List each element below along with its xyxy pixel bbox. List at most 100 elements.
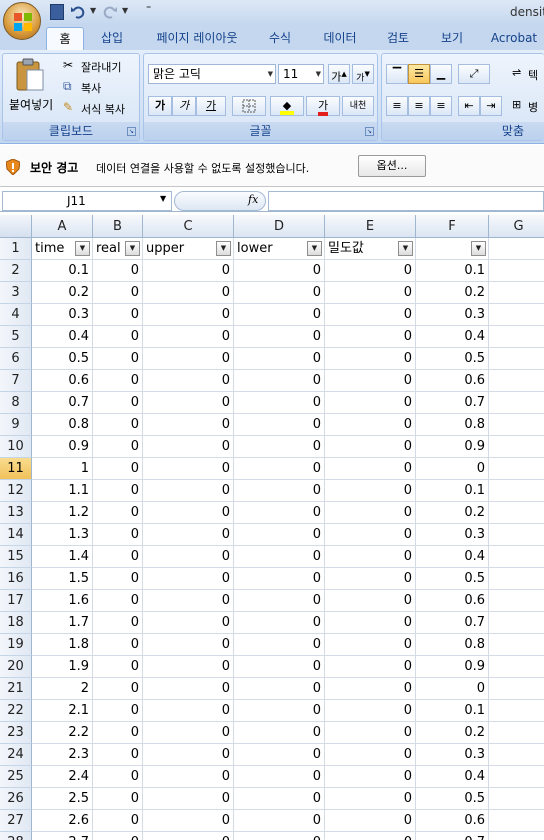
- borders-button[interactable]: [232, 96, 266, 116]
- cell-f7[interactable]: 0.6: [416, 370, 489, 392]
- cell-c11[interactable]: 0: [143, 458, 234, 480]
- row-header-26[interactable]: 26: [0, 788, 32, 810]
- cell-a21[interactable]: 2: [32, 678, 93, 700]
- save-icon[interactable]: [50, 4, 64, 20]
- cell-b5[interactable]: 0: [93, 326, 143, 348]
- row-header-6[interactable]: 6: [0, 348, 32, 370]
- security-options-button[interactable]: 옵션...: [358, 155, 426, 177]
- orientation-button[interactable]: ⤢: [458, 64, 490, 84]
- cell-e21[interactable]: 0: [325, 678, 416, 700]
- cell-a9[interactable]: 0.8: [32, 414, 93, 436]
- cell-g4[interactable]: [489, 304, 544, 326]
- cell-d7[interactable]: 0: [234, 370, 325, 392]
- tab-acrobat[interactable]: Acrobat: [484, 27, 544, 50]
- cell-c24[interactable]: 0: [143, 744, 234, 766]
- cell-d17[interactable]: 0: [234, 590, 325, 612]
- cell-g20[interactable]: [489, 656, 544, 678]
- increase-indent-button[interactable]: ⇥: [480, 96, 502, 116]
- cell-f24[interactable]: 0.3: [416, 744, 489, 766]
- paste-button[interactable]: 붙여넣기: [5, 56, 55, 120]
- font-family-select[interactable]: 맑은 고딕 ▼: [148, 64, 276, 84]
- cell-a20[interactable]: 1.9: [32, 656, 93, 678]
- cell-b25[interactable]: 0: [93, 766, 143, 788]
- cell-b4[interactable]: 0: [93, 304, 143, 326]
- cell-d20[interactable]: 0: [234, 656, 325, 678]
- column-header-d[interactable]: D: [234, 215, 325, 238]
- filter-dropdown-icon[interactable]: ▼: [307, 241, 322, 256]
- cell-e14[interactable]: 0: [325, 524, 416, 546]
- cell-c20[interactable]: 0: [143, 656, 234, 678]
- cell-c18[interactable]: 0: [143, 612, 234, 634]
- cell-d6[interactable]: 0: [234, 348, 325, 370]
- cell-c28[interactable]: 0: [143, 832, 234, 840]
- align-right-button[interactable]: ≡: [430, 96, 452, 116]
- cell-g25[interactable]: [489, 766, 544, 788]
- row-header-4[interactable]: 4: [0, 304, 32, 326]
- cell-c17[interactable]: 0: [143, 590, 234, 612]
- cell-d15[interactable]: 0: [234, 546, 325, 568]
- cell-g28[interactable]: [489, 832, 544, 840]
- cell-d18[interactable]: 0: [234, 612, 325, 634]
- row-header-3[interactable]: 3: [0, 282, 32, 304]
- cell-b11[interactable]: 0: [93, 458, 143, 480]
- cell-b20[interactable]: 0: [93, 656, 143, 678]
- row-header-25[interactable]: 25: [0, 766, 32, 788]
- cell-b1[interactable]: real ▼: [93, 238, 143, 260]
- cell-c4[interactable]: 0: [143, 304, 234, 326]
- cell-c14[interactable]: 0: [143, 524, 234, 546]
- row-header-10[interactable]: 10: [0, 436, 32, 458]
- cell-e20[interactable]: 0: [325, 656, 416, 678]
- cell-a1[interactable]: time ▼: [32, 238, 93, 260]
- cell-f21[interactable]: 0: [416, 678, 489, 700]
- cell-f15[interactable]: 0.4: [416, 546, 489, 568]
- tab-review[interactable]: 검토: [376, 27, 420, 50]
- cell-f5[interactable]: 0.4: [416, 326, 489, 348]
- cell-b27[interactable]: 0: [93, 810, 143, 832]
- merge-button[interactable]: ⊞ 병: [512, 98, 544, 116]
- cell-c27[interactable]: 0: [143, 810, 234, 832]
- row-header-12[interactable]: 12: [0, 480, 32, 502]
- cell-d25[interactable]: 0: [234, 766, 325, 788]
- cell-a24[interactable]: 2.3: [32, 744, 93, 766]
- cell-a16[interactable]: 1.5: [32, 568, 93, 590]
- cell-e26[interactable]: 0: [325, 788, 416, 810]
- insert-function-icon[interactable]: fx: [248, 193, 258, 206]
- align-left-button[interactable]: ≡: [386, 96, 408, 116]
- cell-b6[interactable]: 0: [93, 348, 143, 370]
- cell-a17[interactable]: 1.6: [32, 590, 93, 612]
- cell-e8[interactable]: 0: [325, 392, 416, 414]
- cell-g2[interactable]: [489, 260, 544, 282]
- fill-color-button[interactable]: ◆: [270, 96, 304, 116]
- cell-b22[interactable]: 0: [93, 700, 143, 722]
- cell-c10[interactable]: 0: [143, 436, 234, 458]
- filter-dropdown-icon[interactable]: ▼: [471, 241, 486, 256]
- cell-g6[interactable]: [489, 348, 544, 370]
- row-header-13[interactable]: 13: [0, 502, 32, 524]
- align-center-button[interactable]: ≡: [408, 96, 430, 116]
- cell-g18[interactable]: [489, 612, 544, 634]
- cell-a4[interactable]: 0.3: [32, 304, 93, 326]
- row-header-22[interactable]: 22: [0, 700, 32, 722]
- cell-f6[interactable]: 0.5: [416, 348, 489, 370]
- cell-d3[interactable]: 0: [234, 282, 325, 304]
- cell-d26[interactable]: 0: [234, 788, 325, 810]
- bold-button[interactable]: 가: [148, 96, 172, 116]
- cell-d4[interactable]: 0: [234, 304, 325, 326]
- cell-d11[interactable]: 0: [234, 458, 325, 480]
- font-launcher-icon[interactable]: ↘: [365, 127, 374, 136]
- column-header-c[interactable]: C: [143, 215, 234, 238]
- cell-b18[interactable]: 0: [93, 612, 143, 634]
- cell-a8[interactable]: 0.7: [32, 392, 93, 414]
- cell-g26[interactable]: [489, 788, 544, 810]
- cell-e9[interactable]: 0: [325, 414, 416, 436]
- filter-dropdown-icon[interactable]: ▼: [125, 241, 140, 256]
- cell-a14[interactable]: 1.3: [32, 524, 93, 546]
- cell-e11[interactable]: 0: [325, 458, 416, 480]
- cell-a5[interactable]: 0.4: [32, 326, 93, 348]
- cell-a25[interactable]: 2.4: [32, 766, 93, 788]
- cell-g27[interactable]: [489, 810, 544, 832]
- column-header-g[interactable]: G: [489, 215, 544, 238]
- row-header-19[interactable]: 19: [0, 634, 32, 656]
- decrease-indent-button[interactable]: ⇤: [458, 96, 480, 116]
- cell-c3[interactable]: 0: [143, 282, 234, 304]
